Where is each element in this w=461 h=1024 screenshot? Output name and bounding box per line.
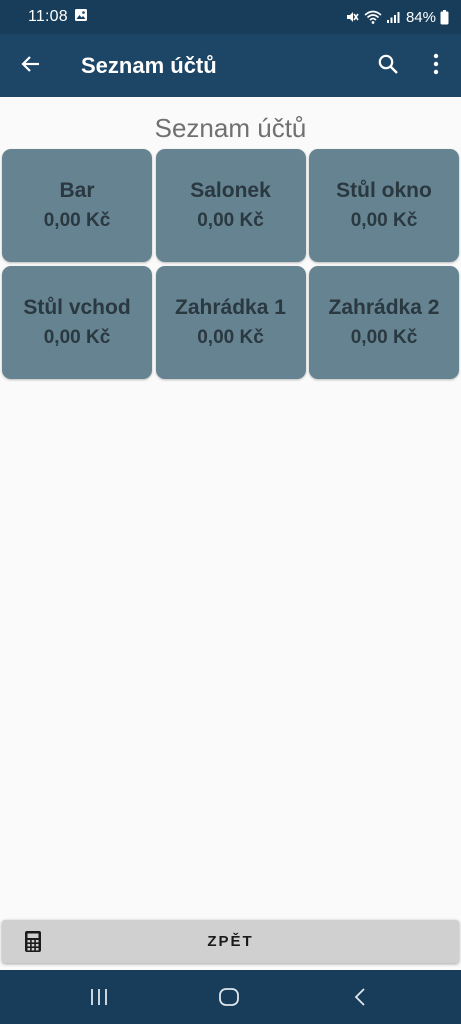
account-tile-bar[interactable]: Bar 0,00 Kč — [2, 149, 152, 262]
status-left: 11:08 — [28, 8, 88, 26]
more-options-button[interactable] — [422, 50, 450, 82]
signal-icon — [386, 10, 400, 24]
account-name: Salonek — [190, 178, 271, 202]
back-button[interactable] — [14, 50, 46, 82]
account-tile-stul-okno[interactable]: Stůl okno 0,00 Kč — [309, 149, 459, 262]
account-amount: 0,00 Kč — [197, 209, 264, 231]
battery-icon — [440, 9, 449, 25]
back-footer-label: ZPĚT — [207, 933, 254, 950]
account-amount: 0,00 Kč — [197, 326, 264, 348]
account-amount: 0,00 Kč — [43, 326, 111, 348]
account-name: Stůl vchod — [23, 295, 131, 319]
page-title: Seznam účtů — [81, 53, 217, 78]
accounts-grid: Bar 0,00 Kč Salonek 0,00 Kč Stůl okno 0,… — [2, 149, 459, 379]
wifi-icon — [364, 9, 382, 25]
search-icon — [377, 53, 399, 80]
more-vert-icon — [433, 53, 439, 80]
account-name: Zahrádka 1 — [175, 295, 286, 319]
account-tile-stul-vchod[interactable]: Stůl vchod 0,00 Kč — [2, 266, 152, 379]
account-name: Bar — [59, 178, 95, 202]
account-amount: 0,00 Kč — [350, 326, 418, 348]
battery-percent: 84% — [405, 8, 436, 26]
back-icon[interactable] — [350, 986, 370, 1013]
gallery-icon — [74, 8, 88, 26]
back-arrow-icon — [19, 53, 41, 80]
account-tile-zahradka-2[interactable]: Zahrádka 2 0,00 Kč — [309, 266, 459, 379]
home-icon[interactable] — [218, 987, 240, 1012]
account-tile-zahradka-1[interactable]: Zahrádka 1 0,00 Kč — [155, 266, 306, 379]
search-button[interactable] — [372, 50, 404, 82]
mute-icon — [344, 9, 360, 25]
account-amount: 0,00 Kč — [43, 209, 111, 231]
status-bar: 11:08 84% — [0, 0, 461, 34]
content-heading: Seznam účtů — [154, 113, 307, 143]
account-name: Stůl okno — [336, 178, 432, 202]
status-right: 84% — [344, 9, 449, 26]
system-nav-bar — [0, 970, 461, 1024]
account-name: Zahrádka 2 — [328, 295, 440, 319]
recents-icon[interactable] — [88, 987, 110, 1012]
back-footer-button[interactable]: ZPĚT — [2, 920, 459, 963]
status-time: 11:08 — [28, 8, 68, 25]
account-tile-salonek[interactable]: Salonek 0,00 Kč — [155, 149, 306, 262]
app-bar: Seznam účtů — [0, 34, 461, 97]
account-amount: 0,00 Kč — [350, 209, 418, 231]
